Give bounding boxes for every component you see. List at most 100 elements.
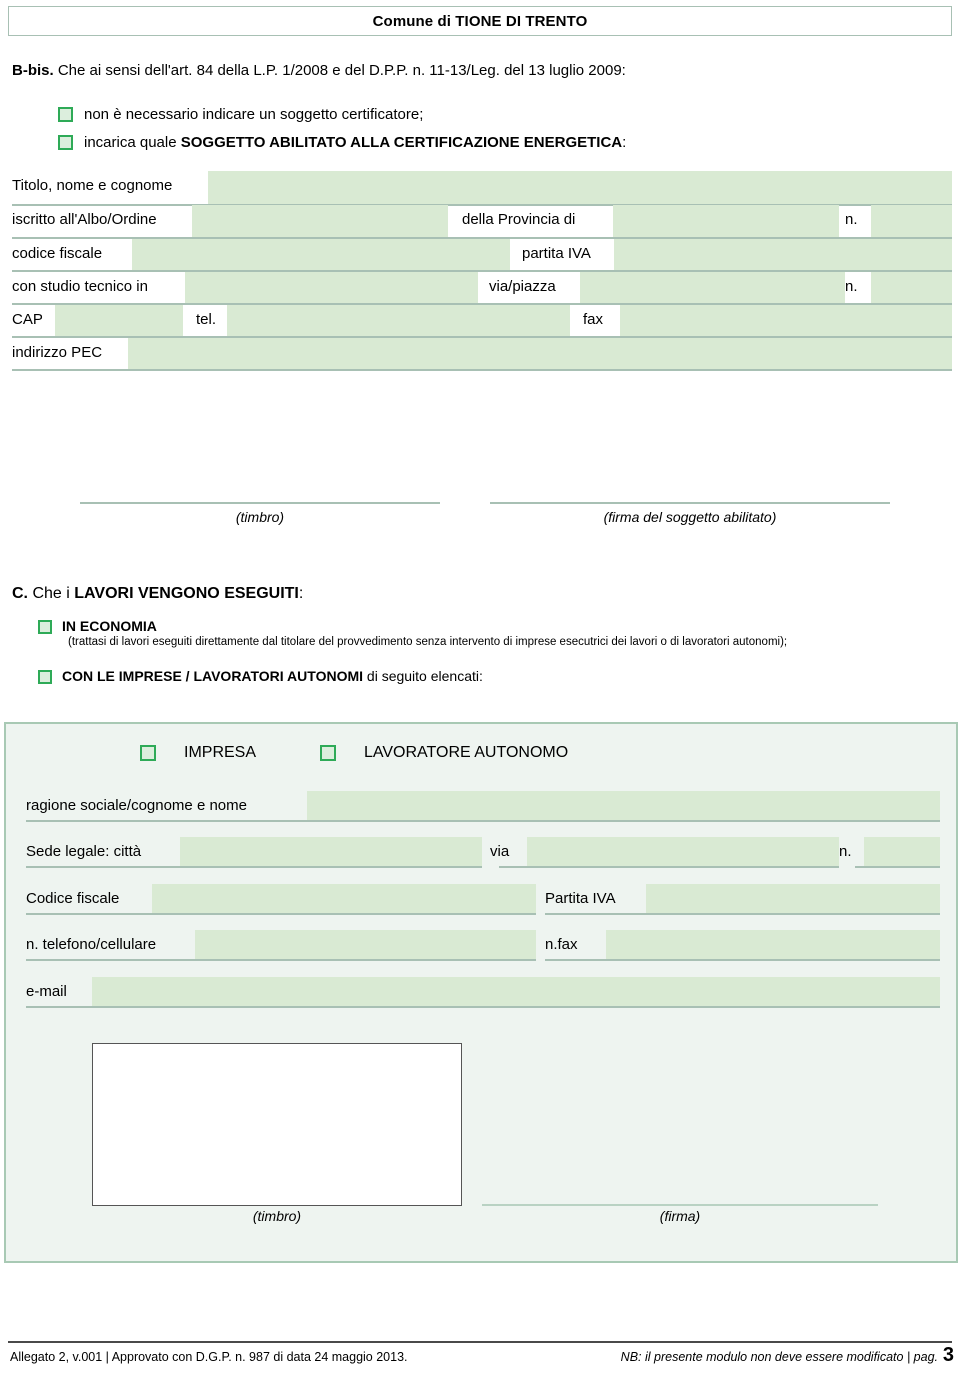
section-bbis-heading: B-bis. Che ai sensi dell'art. 84 della L… <box>12 62 626 79</box>
panel-option-impresa[interactable]: IMPRESA <box>140 744 256 762</box>
label-partita-iva-impresa: Partita IVA <box>545 890 618 907</box>
label-via-piazza: via/piazza <box>489 278 558 295</box>
label-codice-fiscale-impresa: Codice fiscale <box>26 890 122 907</box>
field-rule <box>26 866 482 868</box>
label-titolo-nome-cognome: Titolo, nome e cognome <box>12 177 175 194</box>
comune-title-box: Comune di TIONE DI TRENTO <box>8 6 952 36</box>
field-rule <box>545 913 940 915</box>
label-sede-legale-citta: Sede legale: città <box>26 843 144 860</box>
field-rule <box>26 1006 940 1008</box>
label-telefono-cellulare: n. telefono/cellulare <box>26 936 159 953</box>
checkbox-icon[interactable] <box>38 620 52 634</box>
label-cap: CAP <box>12 311 45 328</box>
section-c-heading: C. Che i LAVORI VENGONO ESEGUITI: <box>12 585 303 603</box>
label-partita-iva: partita IVA <box>522 245 593 262</box>
bbis-option-no-certifier-label: non è necessario indicare un soggetto ce… <box>84 106 424 123</box>
panel-option-lavoratore-autonomo[interactable]: LAVORATORE AUTONOMO <box>320 744 568 762</box>
label-fax-impresa: n.fax <box>545 936 580 953</box>
field-rule <box>26 820 940 822</box>
label-fax: fax <box>583 311 606 328</box>
checkbox-icon[interactable] <box>58 107 73 122</box>
input-via[interactable] <box>527 837 839 866</box>
input-fax[interactable] <box>620 305 952 336</box>
label-numero-albo: n. <box>845 211 860 228</box>
c-option-con-imprese-bold: CON LE IMPRESE / LAVORATORI AUTONOMI <box>62 668 364 684</box>
label-numero-civico-studio: n. <box>845 278 860 295</box>
panel-option-lavoratore-autonomo-label: LAVORATORE AUTONOMO <box>364 744 569 761</box>
input-numero-albo[interactable] <box>871 205 952 237</box>
firma-caption: (firma del soggetto abilitato) <box>603 509 777 525</box>
field-rule <box>26 959 536 961</box>
input-sede-legale-citta[interactable] <box>180 837 482 866</box>
bbis-option-no-certifier[interactable]: non è necessario indicare un soggetto ce… <box>58 106 423 123</box>
input-con-studio-tecnico-in[interactable] <box>185 272 478 303</box>
footer-divider <box>8 1341 952 1343</box>
field-rule <box>26 913 536 915</box>
c-option-in-economia[interactable]: IN ECONOMIA <box>38 618 157 634</box>
label-indirizzo-pec: indirizzo PEC <box>12 344 105 361</box>
input-indirizzo-pec[interactable] <box>128 338 952 369</box>
page-title: Comune di TIONE DI TRENTO <box>372 12 588 30</box>
input-numero-civico-studio[interactable] <box>871 272 952 303</box>
c-option-con-imprese-rest: di seguito elencati: <box>363 668 483 684</box>
input-telefono-cellulare[interactable] <box>195 930 536 959</box>
label-tel: tel. <box>196 311 219 328</box>
section-c-bold: LAVORI VENGONO ESEGUITI <box>74 585 299 602</box>
footer-right-text: NB: il presente modulo non deve essere m… <box>620 1350 938 1364</box>
stamp-box[interactable] <box>92 1043 462 1206</box>
input-iscritto-albo[interactable] <box>192 205 448 237</box>
label-numero-civico-sede: n. <box>839 843 854 860</box>
label-ragione-sociale: ragione sociale/cognome e nome <box>26 797 249 814</box>
label-codice-fiscale: codice fiscale <box>12 245 105 262</box>
panel-option-impresa-label: IMPRESA <box>184 744 257 761</box>
label-iscritto-albo: iscritto all'Albo/Ordine <box>12 211 159 228</box>
input-della-provincia-di[interactable] <box>613 205 839 237</box>
assign-bold: SOGGETTO ABILITATO ALLA CERTIFICAZIONE E… <box>180 134 623 151</box>
input-tel[interactable] <box>227 305 570 336</box>
panel-firma-line <box>482 1204 878 1206</box>
field-rule <box>12 369 952 371</box>
input-numero-civico-sede[interactable] <box>864 837 940 866</box>
section-c-marker: C. <box>12 585 28 602</box>
assign-prefix: incarica quale <box>84 134 181 151</box>
bbis-option-assign-certifier-label: incarica quale SOGGETTO ABILITATO ALLA C… <box>84 134 626 151</box>
panel-timbro-caption: (timbro) <box>252 1208 302 1224</box>
section-c-suffix: : <box>298 585 304 602</box>
checkbox-icon[interactable] <box>140 745 156 761</box>
c-option-in-economia-label: IN ECONOMIA <box>62 618 157 634</box>
section-bbis-marker: B-bis. <box>12 62 54 79</box>
timbro-caption: (timbro) <box>235 509 285 525</box>
c-option-con-imprese-label: CON LE IMPRESE / LAVORATORI AUTONOMI di … <box>62 668 483 684</box>
bbis-option-assign-certifier[interactable]: incarica quale SOGGETTO ABILITATO ALLA C… <box>58 134 626 151</box>
c-option-in-economia-note: (trattasi di lavori eseguiti direttament… <box>68 636 788 648</box>
section-bbis-heading-text: Che ai sensi dell'art. 84 della L.P. 1/2… <box>53 62 626 79</box>
input-partita-iva[interactable] <box>614 239 952 270</box>
input-fax-impresa[interactable] <box>606 930 940 959</box>
input-cap[interactable] <box>55 305 183 336</box>
firma-line <box>490 502 890 504</box>
input-codice-fiscale-impresa[interactable] <box>152 884 536 913</box>
input-via-piazza[interactable] <box>580 272 845 303</box>
input-codice-fiscale[interactable] <box>132 239 510 270</box>
c-option-con-imprese[interactable]: CON LE IMPRESE / LAVORATORI AUTONOMI di … <box>38 668 483 684</box>
section-c-prefix: Che i <box>28 585 75 602</box>
checkbox-icon[interactable] <box>38 670 52 684</box>
assign-suffix: : <box>622 134 627 151</box>
checkbox-icon[interactable] <box>58 135 73 150</box>
input-ragione-sociale[interactable] <box>307 791 940 820</box>
input-titolo-nome-cognome[interactable] <box>208 171 952 204</box>
field-rule <box>499 866 839 868</box>
label-della-provincia-di: della Provincia di <box>462 211 578 228</box>
input-partita-iva-impresa[interactable] <box>646 884 940 913</box>
checkbox-icon[interactable] <box>320 745 336 761</box>
panel-firma-caption: (firma) <box>659 1208 701 1224</box>
label-via: via <box>490 843 512 860</box>
footer-left-text: Allegato 2, v.001 | Approvato con D.G.P.… <box>10 1350 408 1364</box>
timbro-line <box>80 502 440 504</box>
input-email[interactable] <box>92 977 940 1006</box>
label-con-studio-tecnico-in: con studio tecnico in <box>12 278 150 295</box>
footer-page-number: 3 <box>942 1344 954 1366</box>
label-email: e-mail <box>26 983 69 1000</box>
field-rule <box>545 959 940 961</box>
field-rule <box>855 866 940 868</box>
